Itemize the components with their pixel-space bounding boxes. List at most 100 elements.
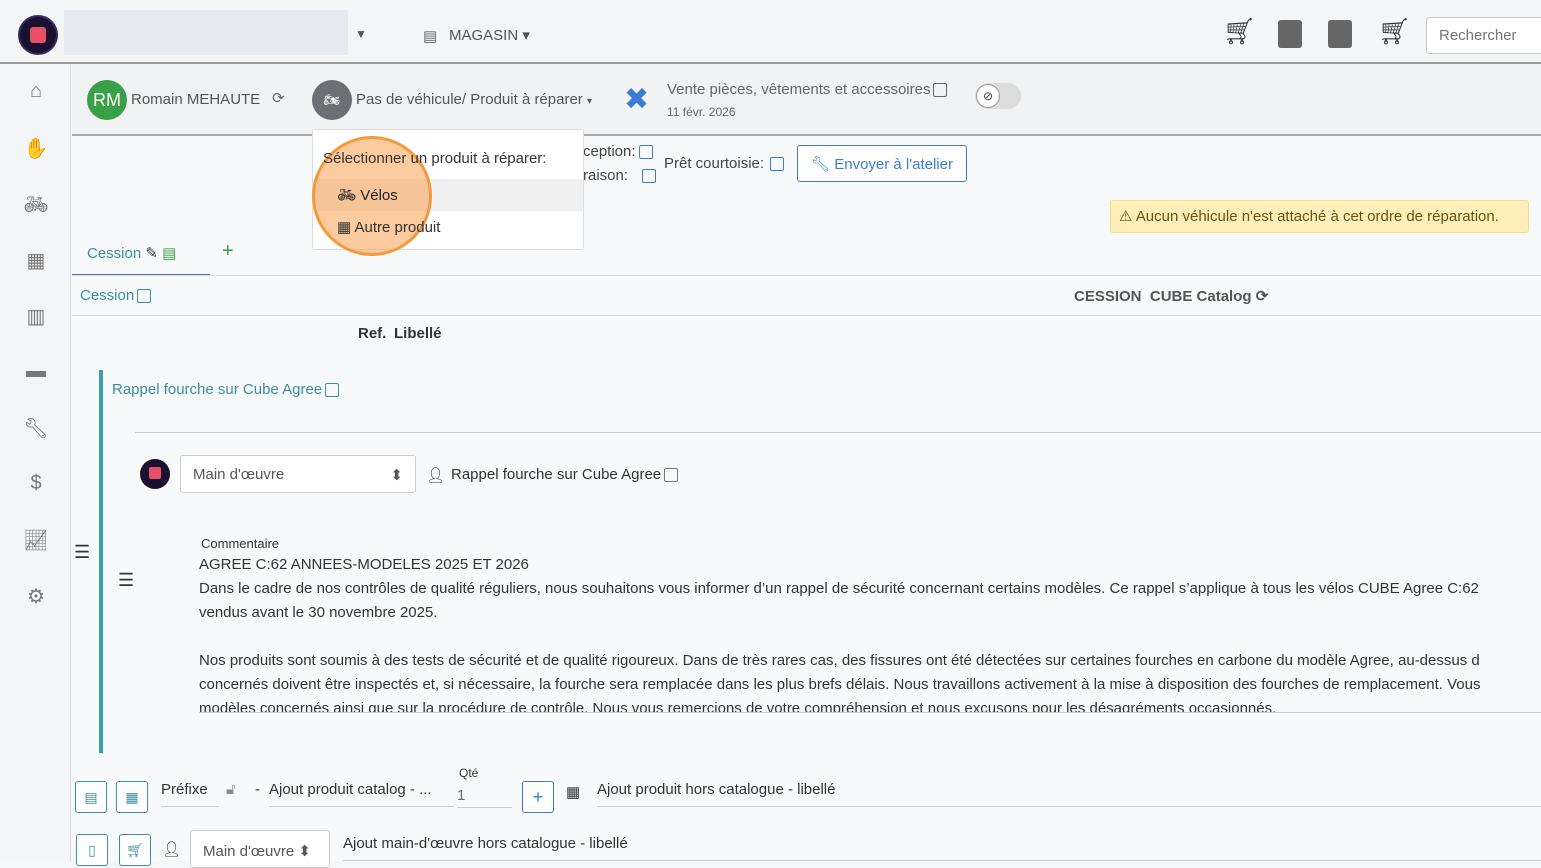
off-catalog-labor-input[interactable]: Ajout main-d'œuvre hors catalogue - libe…	[343, 835, 1541, 861]
comment-line: vendus avant le 30 novembre 2025.	[199, 604, 438, 621]
edit-icon[interactable]	[638, 145, 653, 160]
comment-line: concernés doivent être inspectés et, si …	[199, 676, 1481, 693]
catalog-product-input[interactable]: Ajout produit catalog - ...	[269, 781, 454, 807]
wrench-icon: 🔧︎	[811, 155, 831, 173]
vehicle-icon: 🏍︎	[312, 80, 352, 120]
document-button[interactable]: ▯	[76, 834, 108, 866]
bicycle-icon[interactable]: 🚲︎	[22, 192, 50, 216]
handshake-icon[interactable]: ✋	[22, 136, 50, 160]
warning-alert: ⚠ Aucun véhicule n'est attaché à cet ord…	[1110, 200, 1529, 233]
settings-icon[interactable]: ⚙	[22, 584, 50, 608]
reception-label: ception:	[583, 143, 653, 160]
wrench-icon[interactable]: 🔧︎	[22, 416, 50, 440]
register-icon: ▤	[423, 28, 438, 45]
divider	[135, 432, 1541, 433]
add-tab-button[interactable]: +	[222, 240, 234, 263]
brand-logo	[140, 459, 170, 489]
boxes-off-icon: ▦	[566, 784, 581, 801]
warning-icon: ⚠	[1119, 208, 1133, 225]
unlock-icon[interactable]: 🔓︎	[226, 781, 236, 798]
user-gear-icon: 👤︎	[162, 841, 182, 858]
comment-line: modèles concernés ainsi que sur la procé…	[199, 700, 1277, 713]
cart-bike-icon[interactable]: 🛒︎	[1378, 16, 1411, 47]
line-label[interactable]: Rappel fourche sur Cube Agree	[451, 466, 679, 483]
user-gear-icon: 👤︎	[426, 467, 446, 484]
order-type[interactable]: Vente pièces, vêtements et accessoires	[667, 81, 948, 98]
comment-line: AGREE C:62 ANNEES-MODELES 2025 ET 2026	[199, 556, 529, 573]
dropdown-item-velos[interactable]: 🚲︎ Vélos	[313, 179, 583, 211]
add-line-button[interactable]: +	[522, 781, 554, 813]
comment-button[interactable]: ▤	[75, 781, 107, 813]
sidebar: ⌂ ✋ 🚲︎ ▦ ▥ ▬ 🔧︎ $ 📈︎ ⚙	[0, 64, 71, 861]
edit-icon[interactable]	[770, 157, 785, 172]
drag-handle-group[interactable]: ☰	[74, 542, 90, 563]
boxes-icon: ▦	[337, 219, 352, 236]
edit-icon[interactable]	[933, 83, 948, 98]
app-logo[interactable]	[18, 15, 58, 55]
edit-icon[interactable]	[664, 468, 679, 483]
store-selector[interactable]: MAGASIN ▾	[449, 26, 530, 44]
comment-line: Dans le cadre de nos contrôles de qualit…	[199, 580, 1479, 597]
dropdown-item-other[interactable]: ▦ Autre produit	[313, 211, 583, 243]
send-to-workshop-button[interactable]: 🔧︎ Envoyer à l'atelier	[797, 145, 967, 182]
edit-icon[interactable]	[325, 383, 340, 398]
store-label: MAGASIN	[449, 27, 519, 44]
vehicle-dropdown[interactable]: Pas de véhicule/ Produit à réparer ▾	[356, 91, 592, 108]
top-bar: ▼ ▤ MAGASIN ▾ 🛒︎ 🛒︎	[0, 0, 1541, 64]
off-catalog-product-input[interactable]: Ajout produit hors catalogue - libellé	[597, 781, 1541, 807]
refresh-icon[interactable]: ⟳	[272, 89, 285, 107]
group-border	[99, 370, 103, 753]
labor-type-select[interactable]: Main d'œuvre ⬍	[190, 830, 330, 868]
avatar: RM	[87, 80, 127, 120]
order-date: 11 févr. 2026	[667, 105, 736, 119]
divider	[72, 315, 1541, 316]
section-title[interactable]: Cession	[80, 287, 152, 304]
home-icon[interactable]: ⌂	[22, 80, 50, 104]
col-label: Libellé	[394, 325, 442, 342]
line-type-select[interactable]: Main d'œuvre ⬍	[180, 455, 416, 493]
divider	[72, 275, 1541, 276]
warehouse-icon[interactable]: ▥	[22, 304, 50, 328]
tools-icon: ✖	[624, 83, 650, 116]
delivery-label: raison:	[583, 167, 657, 184]
group-title[interactable]: Rappel fourche sur Cube Agree	[112, 381, 340, 398]
prefix-input[interactable]: Préfixe	[161, 781, 219, 807]
drag-handle-line[interactable]: ☰	[118, 570, 134, 591]
dropdown-title: Sélectionner un produit à réparer:	[323, 150, 547, 167]
order-header: RM Romain MEHAUTE ⟳ 🏍︎ Pas de véhicule/ …	[72, 64, 1541, 136]
edit-icon[interactable]	[642, 169, 657, 184]
calendar-icon[interactable]: ▬	[22, 360, 50, 384]
comment-blank	[199, 625, 1541, 649]
col-ref: Ref.	[358, 325, 387, 342]
tab-cession[interactable]: Cession ✎ ▤	[72, 236, 210, 276]
qty-input[interactable]: 1	[457, 787, 512, 808]
boxes-icon[interactable]: ▦	[22, 248, 50, 272]
qty-label: Qté	[459, 766, 479, 780]
chart-icon[interactable]: 📈︎	[22, 528, 50, 552]
account-name-blurred	[64, 10, 348, 55]
courtesy-loan-label: Prêt courtoisie:	[664, 155, 785, 172]
vehicle-label: Pas de véhicule/ Produit à réparer	[356, 91, 583, 108]
comment-text[interactable]: AGREE C:62 ANNEES-MODELES 2025 ET 2026 D…	[199, 553, 1541, 713]
refresh-icon[interactable]: ⟳	[1256, 288, 1269, 305]
account-dropdown-caret[interactable]: ▼	[355, 27, 367, 41]
bicycle-icon: 🚲︎	[337, 187, 357, 204]
comment-line: Nos produits sont soumis à des tests de …	[199, 652, 1480, 669]
product-dropdown-menu: Sélectionner un produit à réparer: 🚲︎ Vé…	[312, 129, 584, 256]
calendar-wrench-icon[interactable]	[1328, 20, 1352, 48]
customer-name[interactable]: Romain MEHAUTE	[131, 91, 260, 108]
comment-label: Commentaire	[201, 536, 280, 551]
dropdown-item-velos-label: Vélos	[360, 187, 398, 204]
cart-icon[interactable]: 🛒︎	[1223, 16, 1256, 47]
dollar-icon[interactable]: $	[22, 472, 50, 496]
cart-add-button[interactable]: 🛒︎	[119, 834, 151, 866]
calendar-bike-icon[interactable]	[1278, 20, 1302, 48]
product-button[interactable]: ▦	[116, 781, 148, 813]
pencil-icon[interactable]: ✎	[145, 245, 158, 262]
section-right: CESSION CUBE Catalog ⟳	[1074, 288, 1269, 305]
dash: -	[255, 781, 260, 798]
edit-icon[interactable]	[137, 289, 152, 304]
search-input[interactable]	[1426, 17, 1541, 54]
register-check-icon: ▤	[162, 245, 177, 262]
toggle-switch[interactable]: ⊘	[975, 83, 1021, 109]
